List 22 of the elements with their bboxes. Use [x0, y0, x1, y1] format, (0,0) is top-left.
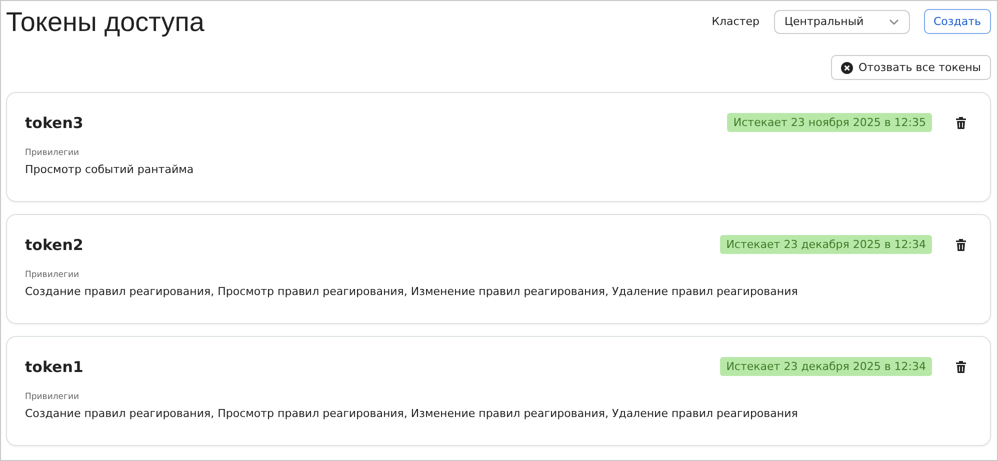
expiry-badge: Истекает 23 декабря 2025 в 12:34 [720, 357, 932, 376]
revoke-all-button[interactable]: Отозвать все токены [830, 55, 991, 80]
page-title: Токены доступа [6, 6, 204, 38]
cluster-select[interactable]: Центральный [774, 10, 910, 34]
trash-icon [956, 116, 966, 128]
privileges-text: Создание правил реагирования, Просмотр правил реагирования, Изменение правил реагирования, Удаление правил реагирования [25, 285, 799, 298]
privileges-label: Привилегии [25, 392, 80, 402]
trash-icon [956, 360, 966, 372]
privileges-text: Просмотр событий рантайма [25, 163, 195, 176]
privileges-text: Создание правил реагирования, Просмотр правил реагирования, Изменение правил реагирования, Удаление правил реагирования [25, 407, 799, 420]
chevron-down-icon [888, 18, 898, 24]
token-name: token2 [25, 236, 84, 254]
privileges-label: Привилегии [25, 270, 80, 280]
token-name: token1 [25, 358, 84, 376]
expiry-badge: Истекает 23 декабря 2025 в 12:34 [720, 235, 932, 254]
cluster-label: Кластер [712, 15, 760, 28]
create-button[interactable]: Создать [924, 9, 991, 34]
expiry-badge: Истекает 23 ноября 2025 в 12:35 [727, 113, 932, 132]
close-circle-icon [840, 62, 853, 74]
trash-icon [956, 238, 966, 250]
privileges-label: Привилегии [25, 148, 80, 158]
token-name: token3 [25, 114, 84, 132]
